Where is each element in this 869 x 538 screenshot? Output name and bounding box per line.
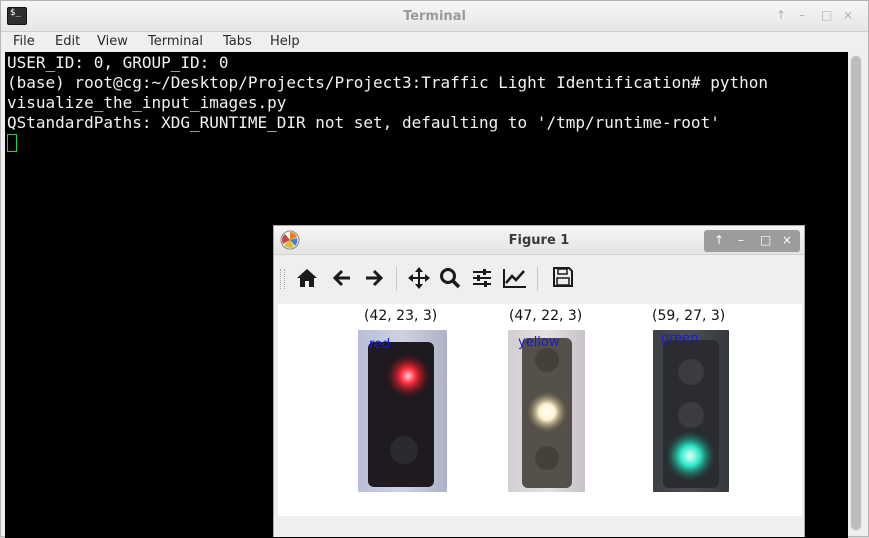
terminal-titlebar[interactable]: $_ Terminal ↑ – □ ×	[1, 1, 868, 32]
terminal-line: USER_ID: 0, GROUP_ID: 0	[7, 53, 229, 72]
terminal-scrollbar[interactable]	[850, 55, 862, 531]
forward-arrow-icon[interactable]	[361, 266, 387, 292]
menu-view[interactable]: View	[97, 34, 128, 49]
menu-tabs[interactable]: Tabs	[223, 34, 252, 49]
subplots-config-icon[interactable]	[469, 266, 495, 292]
terminal-title: Terminal	[403, 9, 466, 24]
terminal-cursor	[7, 134, 17, 152]
figure-statusbar	[274, 516, 804, 537]
menu-help[interactable]: Help	[270, 34, 300, 49]
image-yellow-light	[508, 330, 585, 492]
pan-icon[interactable]	[406, 266, 432, 292]
terminal-line: visualize_the_input_images.py	[7, 93, 287, 112]
figure-toolbar	[274, 255, 804, 303]
terminal-line: QStandardPaths: XDG_RUNTIME_DIR not set,…	[7, 113, 720, 132]
figure-window: Figure 1 ↑ – □ × (42, 23, 3) red (47, 22…	[273, 225, 805, 537]
terminal-line: (base) root@cg:~/Desktop/Projects/Projec…	[7, 73, 768, 92]
menu-edit[interactable]: Edit	[55, 34, 80, 49]
toolbar-separator	[537, 267, 538, 291]
home-icon[interactable]	[294, 266, 320, 292]
edit-axes-icon[interactable]	[502, 266, 528, 292]
label-red: red	[369, 337, 391, 352]
menu-file[interactable]: File	[13, 34, 35, 49]
terminal-menubar: File Edit View Terminal Tabs Help	[1, 32, 868, 52]
panel-title-red: (42, 23, 3)	[364, 308, 438, 324]
panel-title-green: (59, 27, 3)	[652, 308, 726, 324]
zoom-icon[interactable]	[437, 266, 463, 292]
terminal-maximize-button[interactable]: □	[821, 8, 832, 22]
figure-keep-above-button[interactable]: ↑	[714, 233, 724, 247]
image-red-light	[358, 330, 447, 492]
figure-minimize-button[interactable]: –	[738, 233, 744, 247]
panel-title-yellow: (47, 22, 3)	[509, 308, 583, 324]
back-arrow-icon[interactable]	[329, 266, 355, 292]
image-green-light	[653, 330, 729, 492]
terminal-close-button[interactable]: ×	[843, 8, 853, 22]
save-icon[interactable]	[550, 266, 576, 292]
figure-maximize-button[interactable]: □	[760, 233, 771, 247]
terminal-minimize-button[interactable]: –	[799, 8, 805, 22]
label-yellow: yellow	[518, 335, 560, 350]
label-green: green	[661, 331, 699, 346]
figure-window-controls: ↑ – □ ×	[704, 230, 800, 252]
terminal-keep-above-button[interactable]: ↑	[776, 8, 786, 22]
figure-close-button[interactable]: ×	[782, 233, 792, 247]
terminal-scrollbar-thumb[interactable]	[851, 56, 861, 530]
toolbar-grip	[280, 269, 285, 289]
menu-terminal[interactable]: Terminal	[148, 34, 203, 49]
toolbar-separator	[396, 267, 397, 291]
figure-titlebar[interactable]: Figure 1 ↑ – □ ×	[274, 226, 804, 255]
figure-canvas[interactable]: (42, 23, 3) red (47, 22, 3) yellow (59, …	[278, 304, 802, 516]
